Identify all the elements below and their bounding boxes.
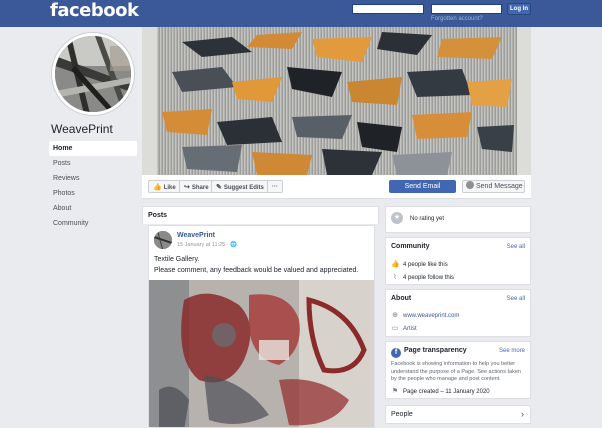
rating-text: No rating yet (410, 216, 445, 222)
nav-item-posts[interactable]: Posts (49, 156, 137, 171)
post-author-avatar[interactable] (154, 231, 172, 249)
avatar-image (154, 231, 172, 249)
category-tag-icon: ▭ (391, 325, 399, 332)
transparency-description: Facebook is showing information to help … (391, 361, 521, 382)
follows-count: 4 people follow this (403, 275, 455, 281)
top-navigation-bar: facebook Log In Forgotten account? (0, 0, 602, 27)
transparency-title-text: Page transparency (404, 347, 467, 354)
post-image[interactable] (149, 280, 374, 427)
flag-icon: f (391, 348, 401, 358)
login-button[interactable]: Log In (507, 3, 531, 15)
cover-photo[interactable] (142, 27, 531, 175)
facebook-logo[interactable]: facebook (50, 0, 139, 21)
post-card: WeavePrint 15 January at 11:25 · 🌐 Texti… (148, 225, 375, 428)
rating-card: ★ No rating yet (385, 206, 531, 233)
post-text-line: Textile Gallery. (154, 256, 200, 263)
rss-follow-icon: ⌇ (393, 274, 397, 281)
page-transparency-card: f Page transparency See more Facebook is … (385, 341, 531, 399)
about-see-all-link[interactable]: See all (507, 296, 525, 302)
nav-item-reviews[interactable]: Reviews (49, 171, 137, 186)
post-time-label: 15 January at 11:25 · (177, 242, 231, 248)
textile-print-image (149, 280, 374, 427)
post-timestamp[interactable]: 15 January at 11:25 · 🌐 (177, 242, 237, 248)
post-author-name[interactable]: WeavePrint (177, 232, 215, 239)
website-link[interactable]: www.weaveprint.com (403, 313, 459, 319)
like-label: Like (163, 185, 176, 191)
page-navigation: Home Posts Reviews Photos About Communit… (49, 141, 137, 231)
page-title: WeavePrint (51, 122, 113, 136)
forgot-account-link[interactable]: Forgotten account? (431, 16, 483, 22)
more-options-button[interactable]: ··· (267, 180, 283, 193)
nav-item-community[interactable]: Community (49, 216, 137, 231)
community-title: Community (391, 243, 430, 250)
suggest-edits-button[interactable]: ✎ Suggest Edits (211, 180, 269, 193)
woven-textile-image (142, 27, 531, 175)
password-field[interactable] (431, 4, 502, 14)
about-card: About See all ⊕ www.weaveprint.com ▭ Artis… (385, 289, 531, 337)
star-rating-icon: ★ (391, 212, 403, 224)
messenger-icon (466, 181, 474, 189)
profile-photo-image (55, 36, 131, 112)
send-message-button[interactable]: Send Message (462, 180, 525, 193)
nav-item-about[interactable]: About (49, 201, 137, 216)
share-arrow-icon: ↪ (184, 184, 190, 191)
posts-section-header: Posts (142, 206, 379, 224)
page-flag-icon: ⚑ (391, 388, 399, 395)
likes-count: 4 people like this (403, 262, 448, 268)
pencil-icon: ✎ (216, 184, 222, 191)
chevron-right-icon: › (521, 409, 524, 419)
people-title: People (391, 411, 413, 418)
globe-icon: ⊕ (392, 312, 398, 319)
globe-icon: 🌐 (230, 242, 237, 248)
send-message-label: Send Message (476, 183, 523, 190)
about-title: About (391, 295, 412, 302)
share-label: Share (191, 185, 209, 191)
thumbs-up-icon: 👍 (153, 184, 162, 191)
community-card: Community See all 👍 4 people like this ⌇ 4… (385, 237, 531, 285)
category-row[interactable]: ▭ Artist (391, 324, 417, 332)
website-row[interactable]: ⊕ www.weaveprint.com (391, 311, 459, 319)
follows-row: ⌇ 4 people follow this (391, 273, 454, 281)
like-button[interactable]: 👍 Like (148, 180, 181, 193)
nav-item-home[interactable]: Home (49, 141, 137, 156)
suggest-label: Suggest Edits (223, 185, 264, 191)
likes-row: 👍 4 people like this (391, 260, 448, 268)
nav-item-photos[interactable]: Photos (49, 186, 137, 201)
share-button[interactable]: ↪ Share (179, 180, 214, 193)
profile-picture[interactable] (52, 33, 134, 115)
community-see-all-link[interactable]: See all (507, 244, 525, 250)
page-created-date: Page created – 11 January 2020 (403, 389, 490, 395)
page-created-row: ⚑ Page created – 11 January 2020 (391, 387, 490, 395)
transparency-see-more-link[interactable]: See more (499, 348, 525, 354)
people-card[interactable]: People › (385, 405, 531, 424)
category-link[interactable]: Artist (403, 326, 417, 332)
email-field[interactable] (352, 4, 424, 14)
post-text-line: Please comment, any feedback would be va… (154, 267, 359, 274)
transparency-title: f Page transparency (391, 347, 467, 358)
send-email-button[interactable]: Send Email (389, 180, 456, 193)
thumbs-up-icon: 👍 (391, 261, 400, 268)
